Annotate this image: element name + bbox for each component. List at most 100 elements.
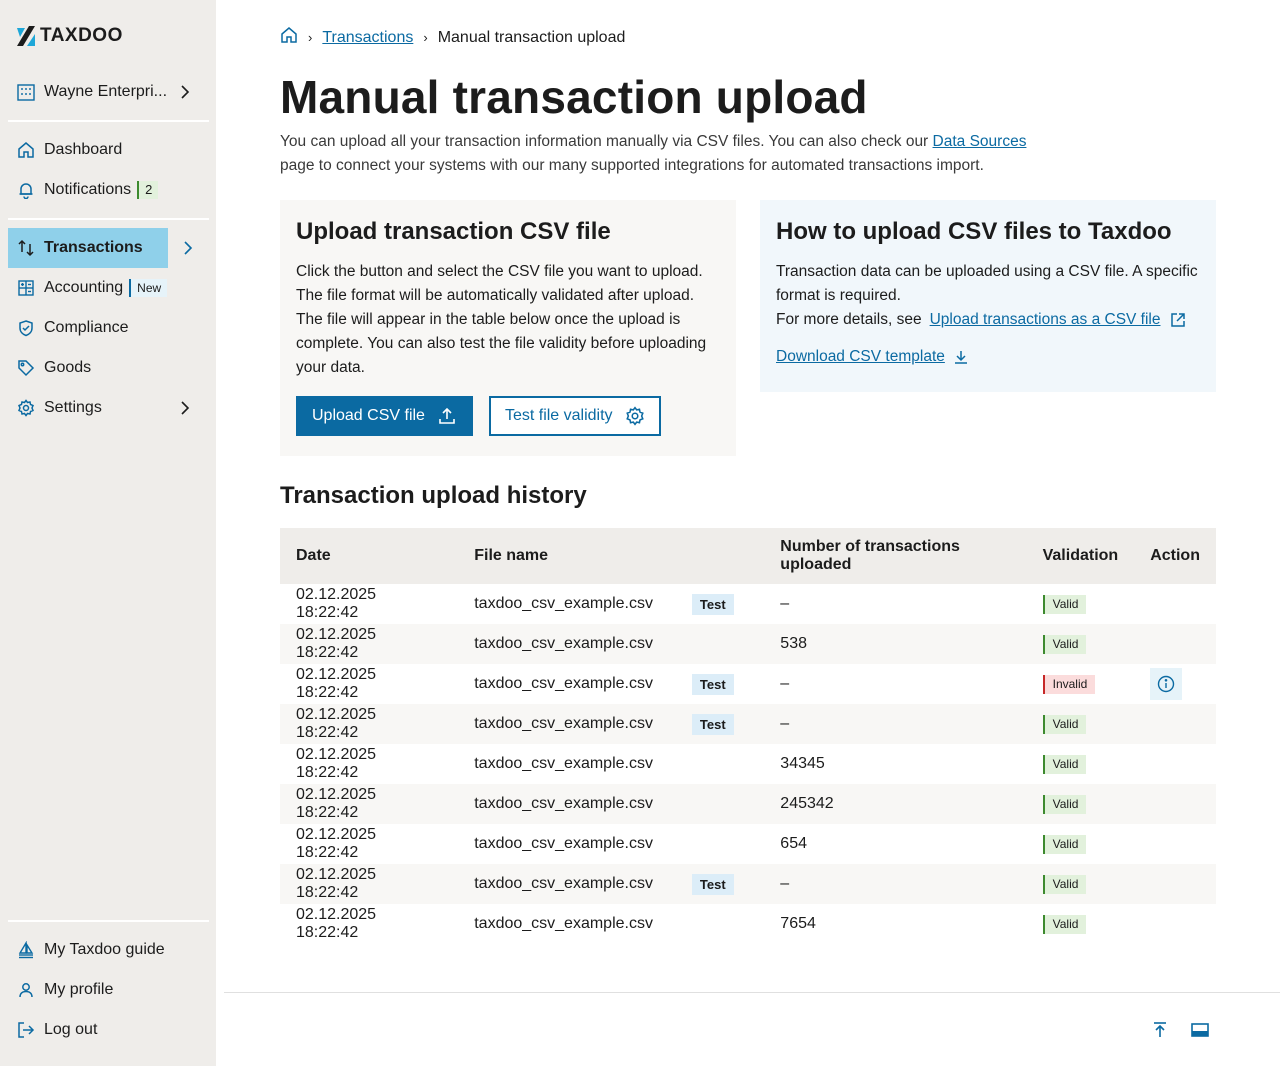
cell-tag: Test bbox=[676, 704, 764, 744]
table-row: 02.12.2025 18:22:42 taxdoo_csv_example.cs… bbox=[280, 824, 1216, 864]
upload-history-table: Date File name Number of transactions up… bbox=[280, 528, 1216, 944]
validation-status-badge: Valid bbox=[1042, 714, 1087, 734]
building-icon bbox=[16, 82, 36, 102]
cell-file-name: taxdoo_csv_example.csv bbox=[474, 595, 653, 612]
cell-date: 02.12.2025 18:22:42 bbox=[296, 906, 377, 941]
footer-divider bbox=[224, 992, 1280, 993]
panel-toggle-icon[interactable] bbox=[1190, 1020, 1210, 1040]
cell-validation: Valid bbox=[1027, 864, 1135, 904]
sidebar-item-label: Log out bbox=[44, 1021, 98, 1038]
upload-guide-link[interactable]: Upload transactions as a CSV file bbox=[930, 308, 1161, 332]
sailboat-icon bbox=[16, 940, 36, 960]
sidebar-item-settings[interactable]: Settings bbox=[8, 388, 208, 428]
breadcrumb-separator-icon: › bbox=[423, 30, 428, 45]
column-header-count: Number of transactions uploaded bbox=[780, 538, 960, 573]
logout-icon bbox=[16, 1020, 36, 1040]
cell-file-name: taxdoo_csv_example.csv bbox=[474, 715, 653, 732]
cell-validation: Invalid bbox=[1027, 664, 1135, 704]
breadcrumb-link-transactions[interactable]: Transactions bbox=[322, 29, 413, 47]
cell-count: 245342 bbox=[780, 795, 834, 812]
details-prefix: For more details, see bbox=[776, 311, 922, 328]
cell-validation: Valid bbox=[1027, 624, 1135, 664]
breadcrumb-current: Manual transaction upload bbox=[437, 28, 626, 46]
cell-count: – bbox=[780, 595, 790, 612]
sidebar-item-label: My profile bbox=[44, 981, 114, 998]
arrows-updown-icon bbox=[16, 238, 36, 258]
test-tag: Test bbox=[691, 673, 734, 695]
howto-card-title: How to upload CSV files to Taxdoo bbox=[776, 218, 1172, 245]
new-badge: New bbox=[129, 279, 168, 297]
test-tag: Test bbox=[691, 873, 734, 895]
validation-status-badge: Valid bbox=[1042, 594, 1087, 614]
sidebar-item-guide[interactable]: My Taxdoo guide bbox=[8, 930, 208, 970]
page-title: Manual transaction upload bbox=[280, 71, 868, 123]
cell-file-name: taxdoo_csv_example.csv bbox=[474, 835, 653, 852]
howto-card: How to upload CSV files to Taxdoo Transa… bbox=[760, 200, 1216, 392]
chevron-right-icon[interactable] bbox=[179, 239, 197, 257]
cell-count: – bbox=[780, 675, 790, 692]
cell-tag bbox=[676, 904, 764, 944]
sidebar-item-accounting[interactable]: Accounting New bbox=[8, 268, 208, 308]
cell-file-name: taxdoo_csv_example.csv bbox=[474, 915, 653, 932]
cell-date: 02.12.2025 18:22:42 bbox=[296, 706, 377, 741]
table-row: 02.12.2025 18:22:42 taxdoo_csv_example.cs… bbox=[280, 664, 1216, 704]
cell-tag: Test bbox=[676, 584, 764, 624]
company-switcher[interactable]: Wayne Enterpri... bbox=[8, 72, 208, 112]
cell-file-name: taxdoo_csv_example.csv bbox=[474, 755, 653, 772]
test-file-validity-button[interactable]: Test file validity bbox=[488, 396, 661, 436]
bell-icon bbox=[16, 180, 36, 200]
upload-card-body: Click the button and select the CSV file… bbox=[296, 263, 707, 376]
sidebar-item-dashboard[interactable]: Dashboard bbox=[8, 130, 208, 170]
sidebar-item-transactions[interactable]: Transactions bbox=[8, 228, 168, 268]
cell-date: 02.12.2025 18:22:42 bbox=[296, 746, 377, 781]
cell-action bbox=[1134, 904, 1216, 944]
cell-tag: Test bbox=[676, 664, 764, 704]
page-intro: You can upload all your transaction info… bbox=[280, 130, 1040, 178]
home-icon[interactable] bbox=[280, 26, 298, 49]
notification-count-badge: 2 bbox=[137, 181, 159, 199]
cell-validation: Valid bbox=[1027, 584, 1135, 624]
brand-name: TAXDOO bbox=[40, 25, 123, 46]
upload-history-title: Transaction upload history bbox=[280, 482, 587, 509]
chevron-right-icon bbox=[181, 85, 190, 99]
sidebar-item-compliance[interactable]: Compliance bbox=[8, 308, 208, 348]
data-sources-link[interactable]: Data Sources bbox=[933, 133, 1027, 150]
cell-action bbox=[1134, 864, 1216, 904]
cell-date: 02.12.2025 18:22:42 bbox=[296, 626, 377, 661]
cell-date: 02.12.2025 18:22:42 bbox=[296, 866, 377, 901]
home-icon bbox=[16, 140, 36, 160]
sidebar-item-notifications[interactable]: Notifications 2 bbox=[8, 170, 208, 210]
logo-mark-icon bbox=[17, 26, 35, 46]
gear-icon bbox=[625, 406, 644, 426]
howto-card-body: Transaction data can be uploaded using a… bbox=[776, 263, 1198, 304]
download-csv-template-link[interactable]: Download CSV template bbox=[776, 348, 945, 366]
sidebar-item-logout[interactable]: Log out bbox=[8, 1010, 208, 1050]
table-row: 02.12.2025 18:22:42 taxdoo_csv_example.cs… bbox=[280, 624, 1216, 664]
upload-card-title: Upload transaction CSV file bbox=[296, 218, 611, 245]
scroll-to-top-icon[interactable] bbox=[1150, 1020, 1170, 1040]
table-row: 02.12.2025 18:22:42 taxdoo_csv_example.cs… bbox=[280, 784, 1216, 824]
chevron-right-icon bbox=[181, 401, 190, 415]
table-header-row: Date File name Number of transactions up… bbox=[280, 528, 1216, 584]
sidebar-item-goods[interactable]: Goods bbox=[8, 348, 208, 388]
cell-count: 538 bbox=[780, 635, 807, 652]
sidebar-item-label: Dashboard bbox=[44, 141, 123, 158]
cell-action bbox=[1134, 744, 1216, 784]
cell-tag: Test bbox=[676, 864, 764, 904]
taxdoo-logo[interactable]: TAXDOO bbox=[17, 25, 123, 47]
cell-date: 02.12.2025 18:22:42 bbox=[296, 786, 377, 821]
cell-count: 654 bbox=[780, 835, 807, 852]
upload-csv-button[interactable]: Upload CSV file bbox=[296, 396, 473, 436]
cell-tag bbox=[676, 824, 764, 864]
table-row: 02.12.2025 18:22:42 taxdoo_csv_example.cs… bbox=[280, 744, 1216, 784]
info-button[interactable] bbox=[1150, 668, 1183, 700]
upload-csv-label: Upload CSV file bbox=[312, 407, 425, 424]
upload-icon bbox=[439, 407, 455, 424]
user-icon bbox=[16, 980, 36, 1000]
sidebar-item-profile[interactable]: My profile bbox=[8, 970, 208, 1010]
cell-count: 7654 bbox=[780, 915, 816, 932]
cell-validation: Valid bbox=[1027, 744, 1135, 784]
cell-tag bbox=[676, 784, 764, 824]
table-row: 02.12.2025 18:22:42 taxdoo_csv_example.cs… bbox=[280, 864, 1216, 904]
test-file-validity-label: Test file validity bbox=[504, 407, 613, 424]
